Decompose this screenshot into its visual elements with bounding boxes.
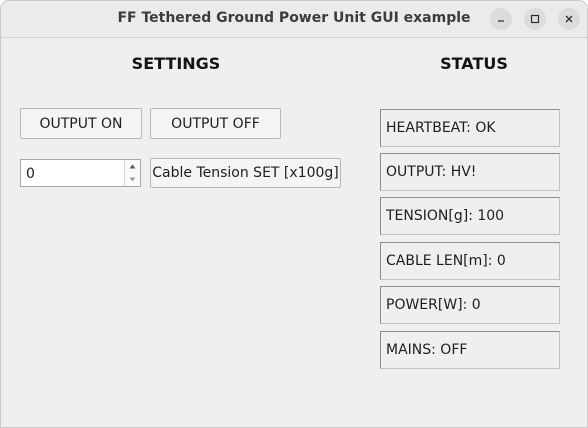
status-tension: TENSION[g]: 100 (380, 197, 560, 235)
tension-spinbox-value[interactable]: 0 (26, 166, 35, 182)
status-mains: MAINS: OFF (380, 331, 560, 369)
cable-tension-set-button[interactable]: Cable Tension SET [x100g] (150, 158, 341, 188)
close-icon (565, 15, 573, 23)
status-cable-length: CABLE LEN[m]: 0 (380, 242, 560, 280)
status-power: POWER[W]: 0 (380, 286, 560, 324)
minimize-button[interactable] (490, 8, 512, 30)
spin-down-button[interactable] (125, 173, 140, 186)
status-heading: STATUS (440, 54, 508, 73)
arrow-up-icon (129, 164, 136, 169)
close-button[interactable] (558, 8, 580, 30)
title-bar[interactable]: FF Tethered Ground Power Unit GUI exampl… (1, 1, 587, 38)
output-on-button[interactable]: OUTPUT ON (20, 108, 142, 139)
settings-heading: SETTINGS (131, 54, 221, 73)
maximize-button[interactable] (524, 8, 546, 30)
maximize-icon (530, 14, 540, 24)
status-heartbeat: HEARTBEAT: OK (380, 109, 560, 147)
tension-spinbox[interactable]: 0 (20, 159, 141, 187)
minimize-icon (498, 20, 504, 22)
status-output: OUTPUT: HV! (380, 153, 560, 191)
arrow-down-icon (129, 177, 136, 182)
app-window: FF Tethered Ground Power Unit GUI exampl… (0, 0, 588, 428)
spin-up-button[interactable] (125, 160, 140, 173)
output-off-button[interactable]: OUTPUT OFF (150, 108, 281, 139)
spinbox-arrows (124, 160, 140, 186)
